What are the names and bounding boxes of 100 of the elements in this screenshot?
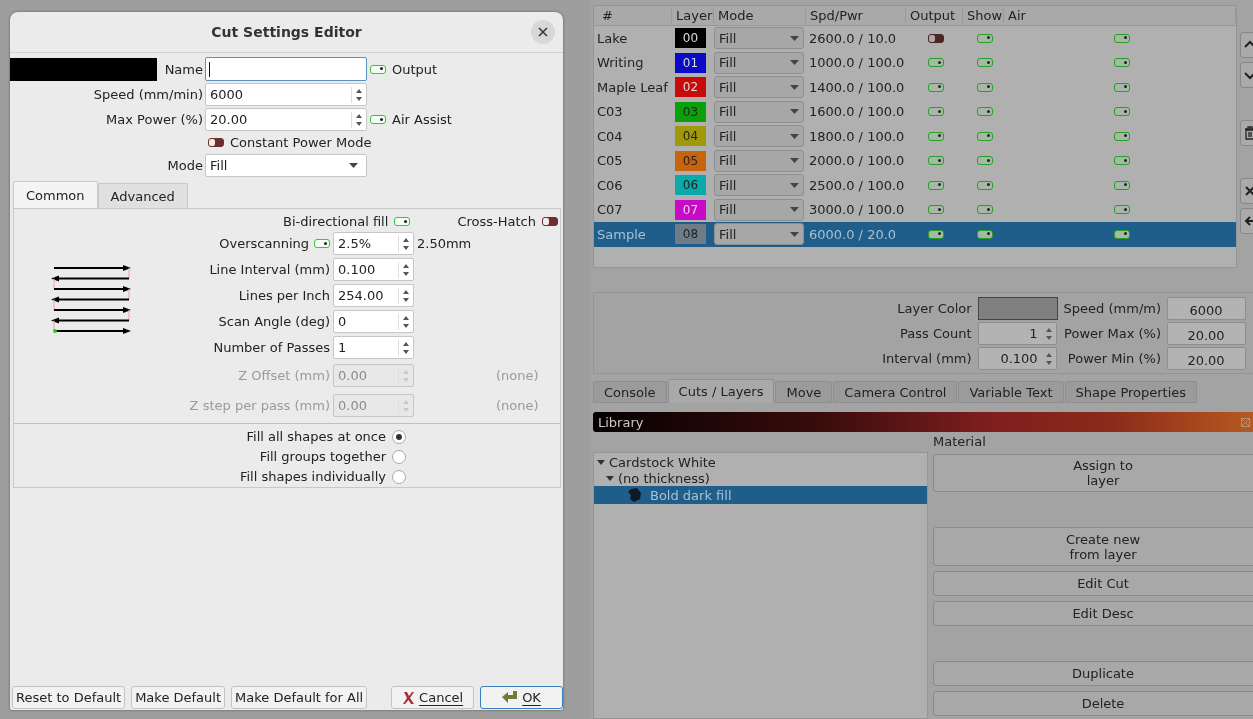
number-field[interactable]: 254.00	[333, 284, 414, 307]
dialog-button[interactable]: Reset to Default	[12, 686, 126, 709]
table-row[interactable]: C04 04 Fill 1800.0 / 100.0	[594, 124, 1236, 149]
output-toggle[interactable]	[928, 180, 944, 190]
air-toggle[interactable]	[1113, 156, 1130, 166]
tree-item[interactable]: (no thickness)	[594, 470, 927, 486]
layer-color-swatch: 04	[675, 126, 706, 147]
radio-button[interactable]	[392, 429, 406, 444]
arrow-left-icon	[1243, 214, 1253, 228]
number-field[interactable]: 1	[977, 322, 1057, 345]
radio-button[interactable]	[392, 469, 406, 484]
mode-dropdown[interactable]: Fill	[714, 27, 804, 50]
air-toggle[interactable]	[1113, 229, 1130, 239]
mode-dropdown[interactable]: Fill	[205, 154, 367, 177]
air-toggle[interactable]	[1113, 33, 1130, 43]
tab[interactable]: Console	[593, 381, 667, 403]
speed-power-cell-text: 6000.0 / 20.0	[808, 226, 898, 242]
library-button[interactable]: Duplicate	[933, 661, 1253, 686]
output-toggle[interactable]	[928, 229, 944, 239]
show-toggle[interactable]	[977, 131, 993, 141]
name-input-field[interactable]	[205, 57, 367, 81]
show-toggle[interactable]	[977, 180, 993, 190]
library-button[interactable]: Edit Desc	[933, 601, 1253, 626]
cross-hatch-toggle[interactable]	[542, 217, 558, 226]
air-toggle[interactable]	[1113, 205, 1130, 215]
radio-button[interactable]	[392, 449, 406, 464]
show-toggle[interactable]	[977, 205, 993, 215]
field-label: Z Offset (mm)	[238, 368, 330, 383]
number-field[interactable]: 20.00	[1167, 322, 1246, 345]
air-toggle[interactable]	[1113, 58, 1130, 68]
tab[interactable]: Move	[775, 381, 833, 403]
mode-dropdown[interactable]: Fill	[714, 149, 804, 172]
air-assist-toggle[interactable]	[370, 115, 386, 124]
show-toggle[interactable]	[977, 156, 993, 166]
caret-icon	[349, 163, 358, 168]
air-toggle[interactable]	[1113, 107, 1130, 117]
number-field[interactable]: 2.5%	[333, 232, 414, 255]
tab[interactable]: Shape Properties	[1064, 381, 1198, 403]
output-toggle[interactable]	[370, 64, 386, 74]
ok-button[interactable]: OK	[480, 686, 563, 709]
constant-power-toggle[interactable]	[208, 138, 224, 147]
layer-color-swatch[interactable]	[977, 297, 1058, 320]
output-toggle[interactable]	[928, 58, 944, 68]
number-field[interactable]: 6000	[1167, 297, 1246, 320]
output-toggle[interactable]	[928, 82, 944, 92]
air-toggle[interactable]	[1113, 180, 1130, 190]
mode-dropdown[interactable]: Fill	[714, 100, 804, 123]
show-toggle[interactable]	[977, 58, 993, 68]
cancel-button[interactable]: Cancel	[391, 686, 475, 709]
number-field[interactable]: 0	[333, 310, 414, 333]
table-row[interactable]: C07 07 Fill 3000.0 / 100.0	[594, 197, 1236, 222]
mode-dropdown[interactable]: Fill	[714, 76, 804, 99]
tab[interactable]: Common	[13, 181, 98, 208]
show-toggle[interactable]	[977, 229, 993, 239]
number-field[interactable]: 0.100	[333, 258, 414, 281]
number-field[interactable]: 6000	[205, 83, 367, 106]
library-button[interactable]: Assign to layer	[933, 454, 1253, 492]
mode-dropdown[interactable]: Fill	[714, 125, 804, 148]
number-field[interactable]: 0.100	[977, 347, 1057, 370]
library-button[interactable]: Delete	[933, 691, 1253, 716]
field-label: Line Interval (mm)	[209, 262, 330, 277]
library-button[interactable]: Edit Cut	[933, 571, 1253, 596]
show-toggle[interactable]	[977, 33, 993, 43]
table-row[interactable]: Lake 00 Fill 2600.0 / 10.0	[594, 26, 1236, 51]
air-toggle[interactable]	[1113, 82, 1130, 92]
mode-dropdown[interactable]: Fill	[714, 198, 804, 221]
close-button[interactable]	[531, 20, 555, 44]
tree-item[interactable]: Cardstock White	[594, 454, 927, 470]
dialog-button[interactable]: Make Default	[131, 686, 226, 709]
mode-dropdown[interactable]: Fill	[714, 174, 804, 197]
table-row[interactable]: Maple Leaf 02 Fill 1400.0 / 100.0	[594, 75, 1236, 100]
tab[interactable]: Cuts / Layers	[667, 379, 775, 403]
column-header: Layer	[672, 8, 714, 23]
number-field[interactable]: 20.00	[205, 108, 367, 131]
tree-item[interactable]: Bold dark fill	[594, 486, 927, 504]
number-field[interactable]: 1	[333, 336, 414, 359]
bidirectional-toggle[interactable]	[394, 217, 411, 226]
table-row[interactable]: Writing 01 Fill 1000.0 / 100.0	[594, 50, 1236, 75]
layer-name-cell-text: Writing	[596, 55, 645, 71]
table-row[interactable]: C03 03 Fill 1600.0 / 100.0	[594, 99, 1236, 124]
show-toggle[interactable]	[977, 107, 993, 117]
table-row[interactable]: C06 06 Fill 2500.0 / 100.0	[594, 173, 1236, 198]
show-toggle[interactable]	[977, 82, 993, 92]
output-toggle[interactable]	[928, 33, 944, 43]
mode-dropdown[interactable]: Fill	[714, 223, 804, 246]
tab[interactable]: Camera Control	[833, 381, 958, 403]
table-row[interactable]: C05 05 Fill 2000.0 / 100.0	[594, 148, 1236, 173]
output-toggle[interactable]	[928, 107, 944, 117]
output-toggle[interactable]	[928, 131, 944, 141]
mode-dropdown[interactable]: Fill	[714, 51, 804, 74]
air-toggle[interactable]	[1113, 131, 1130, 141]
table-row[interactable]: Sample 08 Fill 6000.0 / 20.0	[594, 222, 1236, 247]
dialog-button[interactable]: Make Default for All	[231, 686, 368, 709]
library-button[interactable]: Create new from layer	[933, 527, 1253, 566]
tab[interactable]: Variable Text	[958, 381, 1064, 403]
tab[interactable]: Advanced	[97, 183, 188, 208]
overscan-toggle[interactable]	[314, 239, 330, 248]
output-toggle[interactable]	[928, 205, 944, 215]
output-toggle[interactable]	[928, 156, 944, 166]
number-field[interactable]: 20.00	[1167, 347, 1246, 370]
